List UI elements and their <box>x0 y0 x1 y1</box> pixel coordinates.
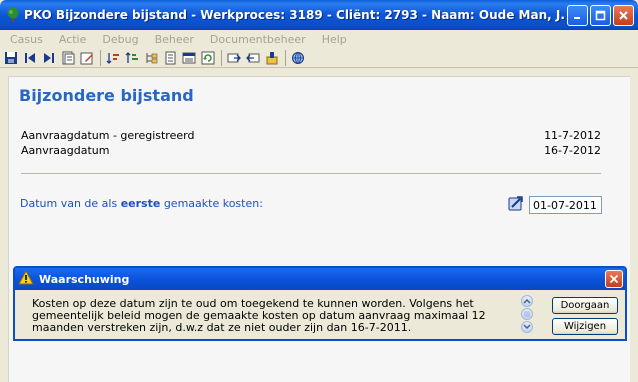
last-record-icon[interactable] <box>40 49 57 66</box>
list-icon[interactable] <box>180 49 197 66</box>
window-title: PKO Bijzondere bijstand - Werkproces: 31… <box>24 8 565 22</box>
network-icon[interactable] <box>289 49 306 66</box>
close-button[interactable] <box>613 5 634 26</box>
datum-eerste-kosten-label: Datum van de als eerste gemaakte kosten: <box>20 197 263 210</box>
date-calculator-icon[interactable] <box>507 194 525 212</box>
datum-label-part: gemaakte kosten: <box>160 197 263 210</box>
tree-app-icon <box>5 7 21 23</box>
row-label: Aanvraagdatum - geregistreerd <box>21 129 195 142</box>
warning-line: maanden verstreken zijn, d.w.z dat ze ni… <box>32 321 412 334</box>
toolbar-separator <box>285 49 286 66</box>
warning-title: Waarschuwing <box>39 272 130 286</box>
toolbar-separator <box>221 49 222 66</box>
save-icon[interactable] <box>2 49 19 66</box>
warning-message: Kosten op deze datum zijn te oud om toeg… <box>32 298 512 334</box>
menu-beheer[interactable]: Beheer <box>149 33 200 46</box>
menu-documentbeheer[interactable]: Documentbeheer <box>204 33 312 46</box>
toolbar-separator <box>100 49 101 66</box>
datum-label-bold: eerste <box>120 197 161 210</box>
menu-actie[interactable]: Actie <box>53 33 93 46</box>
datum-eerste-kosten-input[interactable] <box>529 196 602 214</box>
scroll-down-icon[interactable] <box>520 321 533 333</box>
close-icon <box>609 274 619 284</box>
maximize-button[interactable] <box>590 5 611 26</box>
tree-icon[interactable] <box>142 49 159 66</box>
page-title: Bijzondere bijstand <box>19 86 194 105</box>
maximize-icon <box>595 10 606 21</box>
send-icon[interactable] <box>225 49 242 66</box>
document-icon[interactable] <box>161 49 178 66</box>
datum-label-part: Datum van de als <box>20 197 121 210</box>
warning-icon <box>18 269 34 288</box>
title-bar: PKO Bijzondere bijstand - Werkproces: 31… <box>0 0 638 30</box>
minimize-button[interactable] <box>567 5 588 26</box>
row-value: 11-7-2012 <box>544 129 601 142</box>
sort-desc-icon[interactable] <box>123 49 140 66</box>
wijzigen-button[interactable]: Wijzigen <box>552 318 618 335</box>
close-icon <box>619 11 628 20</box>
edit-icon[interactable] <box>78 49 95 66</box>
scroll-up-icon[interactable] <box>520 295 533 307</box>
aanvraagdatum-geregistreerd-row: Aanvraagdatum - geregistreerd 11-7-2012 <box>21 129 601 142</box>
toolbar <box>0 48 638 68</box>
sort-icon[interactable] <box>104 49 121 66</box>
scroll-thumb[interactable] <box>520 308 533 320</box>
warning-dialog: Waarschuwing Kosten op deze datum zijn t… <box>13 266 627 341</box>
history-icon[interactable] <box>263 49 280 66</box>
minimize-icon <box>574 17 580 19</box>
notes-icon[interactable] <box>59 49 76 66</box>
menu-debug[interactable]: Debug <box>96 33 144 46</box>
receive-icon[interactable] <box>244 49 261 66</box>
menu-casus[interactable]: Casus <box>4 33 49 46</box>
row-label: Aanvraagdatum <box>21 144 110 157</box>
divider <box>21 173 601 174</box>
warning-title-bar: Waarschuwing <box>15 268 625 290</box>
menu-bar: Casus Actie Debug Beheer Documentbeheer … <box>0 30 638 48</box>
aanvraagdatum-row: Aanvraagdatum 16-7-2012 <box>21 144 601 157</box>
row-value: 16-7-2012 <box>544 144 601 157</box>
menu-help[interactable]: Help <box>316 33 353 46</box>
warning-scrollbar[interactable] <box>520 295 533 333</box>
doorgaan-button[interactable]: Doorgaan <box>552 297 618 314</box>
main-area: Bijzondere bijstand Aanvraagdatum - gere… <box>0 68 638 382</box>
warning-close-button[interactable] <box>605 270 623 288</box>
refresh-icon[interactable] <box>199 49 216 66</box>
first-record-icon[interactable] <box>21 49 38 66</box>
